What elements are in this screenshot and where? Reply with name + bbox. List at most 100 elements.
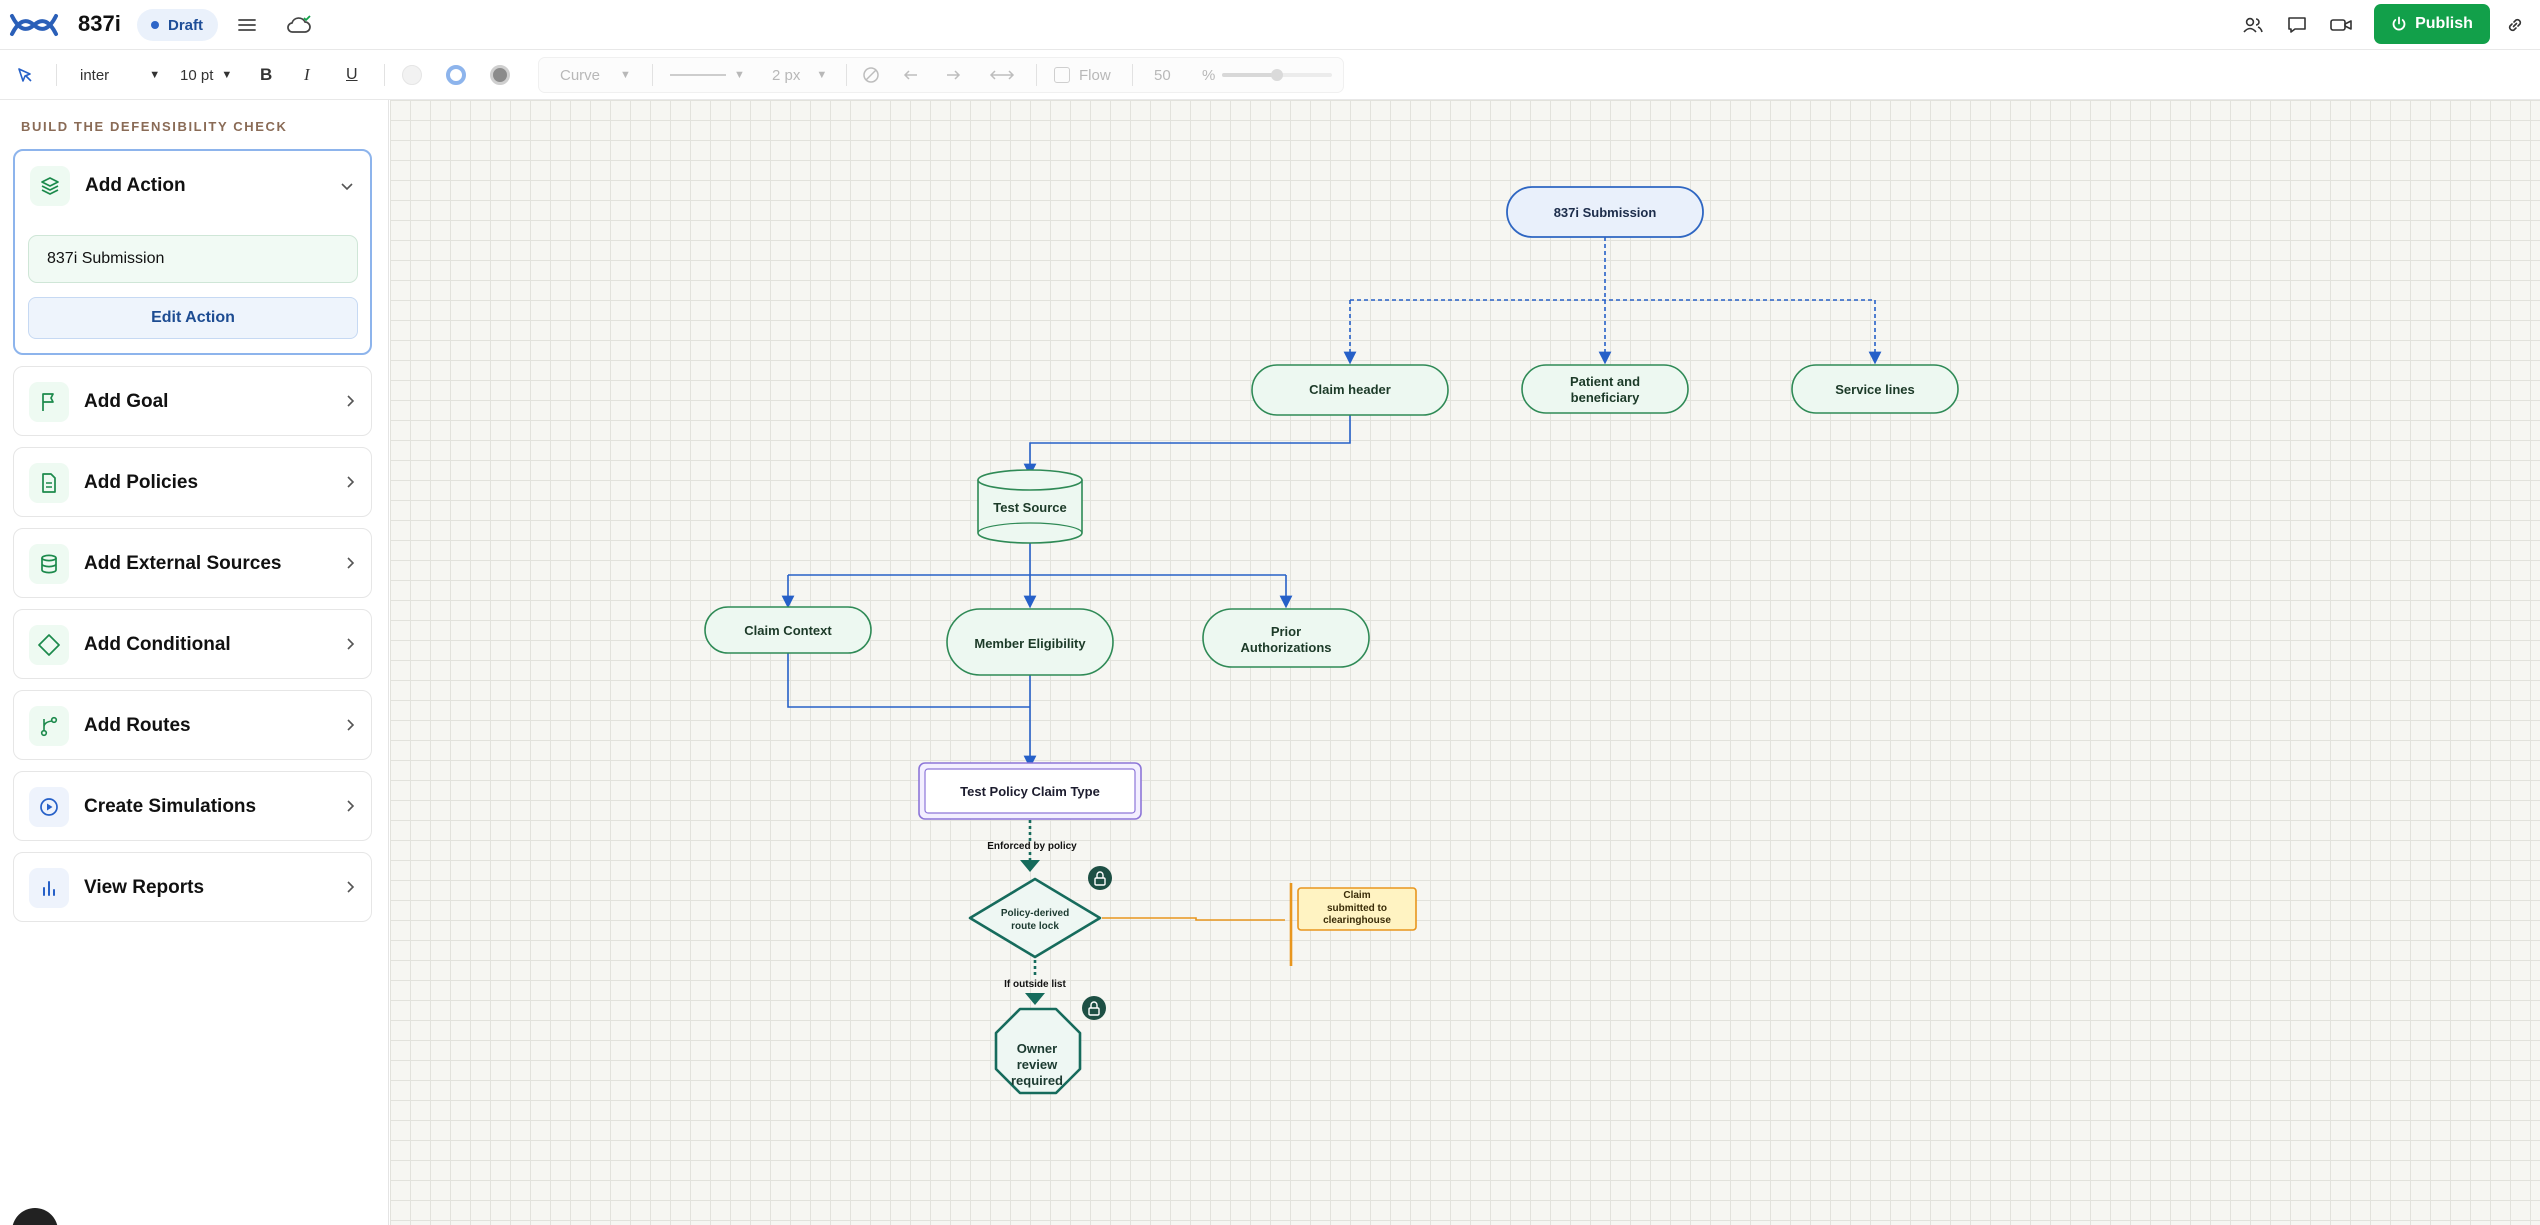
node-member-eligibility[interactable]: Member Eligibility (946, 608, 1114, 676)
stroke-width-select[interactable]: 2 px ▼ (772, 61, 827, 89)
connector-enforced[interactable]: Enforced by policy (987, 820, 1077, 872)
connector-solid[interactable] (781, 415, 1351, 769)
font-size-value: 10 pt (180, 66, 214, 84)
node-policy-label: Test Policy Claim Type (960, 784, 1100, 799)
layers-icon (30, 166, 70, 206)
users-icon[interactable] (2238, 10, 2268, 40)
sidebar-item-add-routes[interactable]: Add Routes (13, 690, 372, 760)
toolbar-divider (1132, 64, 1133, 86)
node-owner-review[interactable]: Owner review required (994, 1007, 1082, 1095)
chevron-right-icon (345, 475, 355, 492)
node-decision[interactable]: Policy-derived route lock (968, 877, 1102, 959)
publish-button[interactable]: Publish (2374, 4, 2490, 44)
sidebar-title: BUILD THE DEFENSIBILITY CHECK (21, 119, 288, 134)
stroke-color-swatch[interactable] (446, 61, 466, 89)
cloud-saved-icon[interactable] (285, 10, 315, 40)
chevron-right-icon (345, 799, 355, 816)
note-submitted-label-3: clearinghouse (1323, 915, 1391, 926)
node-service-lines-label: Service lines (1835, 382, 1915, 397)
add-external-sources-label: Add External Sources (84, 553, 282, 574)
text-color-swatch[interactable] (490, 61, 510, 89)
font-select[interactable]: inter ▼ (80, 61, 160, 89)
node-root[interactable]: 837i Submission (1506, 186, 1704, 238)
node-service-lines[interactable]: Service lines (1791, 364, 1959, 414)
flow-toggle[interactable]: Flow (1054, 61, 1111, 89)
connector-outside-list[interactable]: If outside list (1004, 960, 1067, 1005)
connector-clearinghouse[interactable] (1102, 883, 1293, 966)
video-icon[interactable] (2326, 10, 2356, 40)
edit-action-button[interactable]: Edit Action (28, 297, 358, 339)
sidebar-item-add-external-sources[interactable]: Add External Sources (13, 528, 372, 598)
sidebar-item-add-policies[interactable]: Add Policies (13, 447, 372, 517)
status-dot-icon (151, 21, 159, 29)
connector-root-children[interactable] (1343, 237, 1882, 365)
link-icon[interactable] (2500, 10, 2530, 40)
toolbar-divider (1036, 64, 1037, 86)
add-action-header[interactable]: Add Action (15, 151, 370, 221)
node-decision-label-1: Policy-derived (1001, 908, 1069, 919)
status-badge: Draft (137, 9, 219, 41)
format-toolbar: inter ▼ 10 pt ▼ B I U Curve ▼ ▼ 2 px ▼ F… (0, 50, 2540, 100)
opacity-value: 50 (1154, 66, 1171, 84)
bar-chart-icon (29, 868, 69, 908)
node-review-label-1: Owner (1017, 1041, 1057, 1056)
line-style-select[interactable]: ▼ (670, 61, 745, 89)
chevron-right-icon (345, 718, 355, 735)
node-patient-beneficiary[interactable]: Patient and beneficiary (1521, 364, 1689, 414)
sidebar-item-create-simulations[interactable]: Create Simulations (13, 771, 372, 841)
line-type-select[interactable]: Curve ▼ (560, 61, 631, 89)
node-prior-label-2: Authorizations (1241, 640, 1332, 655)
add-goal-label: Add Goal (84, 391, 169, 412)
node-patient-label-1: Patient and (1570, 374, 1640, 389)
bold-button[interactable]: B (260, 61, 272, 89)
italic-button[interactable]: I (304, 61, 310, 89)
play-icon (29, 787, 69, 827)
node-test-source[interactable]: Test Source (977, 469, 1083, 544)
bold-glyph: B (260, 65, 273, 84)
opacity-slider[interactable] (1222, 61, 1332, 89)
logo-icon[interactable] (8, 6, 60, 44)
select-tool-icon[interactable] (16, 61, 34, 89)
add-action-panel: Add Action 837i Submission Edit Action (13, 149, 372, 355)
selected-action[interactable]: 837i Submission (28, 235, 358, 283)
toolbar-divider (384, 64, 385, 86)
fill-color-swatch[interactable] (402, 61, 422, 89)
sidebar-item-add-conditional[interactable]: Add Conditional (13, 609, 372, 679)
arrow-right-icon[interactable] (944, 61, 962, 89)
menu-icon[interactable] (232, 10, 262, 40)
document-icon (29, 463, 69, 503)
node-claim-header[interactable]: Claim header (1251, 364, 1449, 416)
toolbar-divider (56, 64, 57, 86)
chevron-right-icon (345, 556, 355, 573)
node-claim-context[interactable]: Claim Context (704, 606, 872, 654)
chevron-down-icon: ▼ (149, 69, 161, 81)
opacity-input[interactable]: 50 (1154, 61, 1171, 89)
create-simulations-label: Create Simulations (84, 796, 257, 817)
node-review-label-2: review (1017, 1057, 1058, 1072)
comment-icon[interactable] (2282, 10, 2312, 40)
chevron-down-icon: ▼ (221, 69, 233, 81)
sidebar-item-view-reports[interactable]: View Reports (13, 852, 372, 922)
node-policy[interactable]: Test Policy Claim Type (918, 762, 1142, 820)
arrow-both-icon[interactable] (988, 61, 1016, 89)
flow-checkbox[interactable] (1054, 67, 1070, 83)
flow-diagram: 837i Submission Claim header Patient and… (704, 186, 1959, 1095)
stroke-width-value: 2 px (772, 66, 801, 84)
no-arrow-icon[interactable] (862, 61, 880, 89)
font-size-select[interactable]: 10 pt ▼ (180, 61, 232, 89)
note-submitted-label-1: Claim (1343, 890, 1370, 901)
diagram-canvas[interactable]: 837i Submission Claim header Patient and… (390, 100, 2540, 1225)
chevron-right-icon (345, 880, 355, 897)
font-value: inter (80, 66, 110, 84)
sidebar-item-add-goal[interactable]: Add Goal (13, 366, 372, 436)
note-submitted[interactable]: Claim submitted to clearinghouse (1297, 887, 1417, 931)
node-test-source-label: Test Source (993, 500, 1066, 515)
node-prior-authorizations[interactable]: Prior Authorizations (1202, 608, 1370, 668)
diamond-icon (29, 625, 69, 665)
node-review-label-3: required (1011, 1073, 1063, 1088)
add-action-label: Add Action (85, 175, 186, 196)
node-member-eligibility-label: Member Eligibility (974, 636, 1086, 651)
arrow-left-icon[interactable] (902, 61, 920, 89)
toolbar-divider (652, 64, 653, 86)
underline-button[interactable]: U (346, 61, 358, 89)
